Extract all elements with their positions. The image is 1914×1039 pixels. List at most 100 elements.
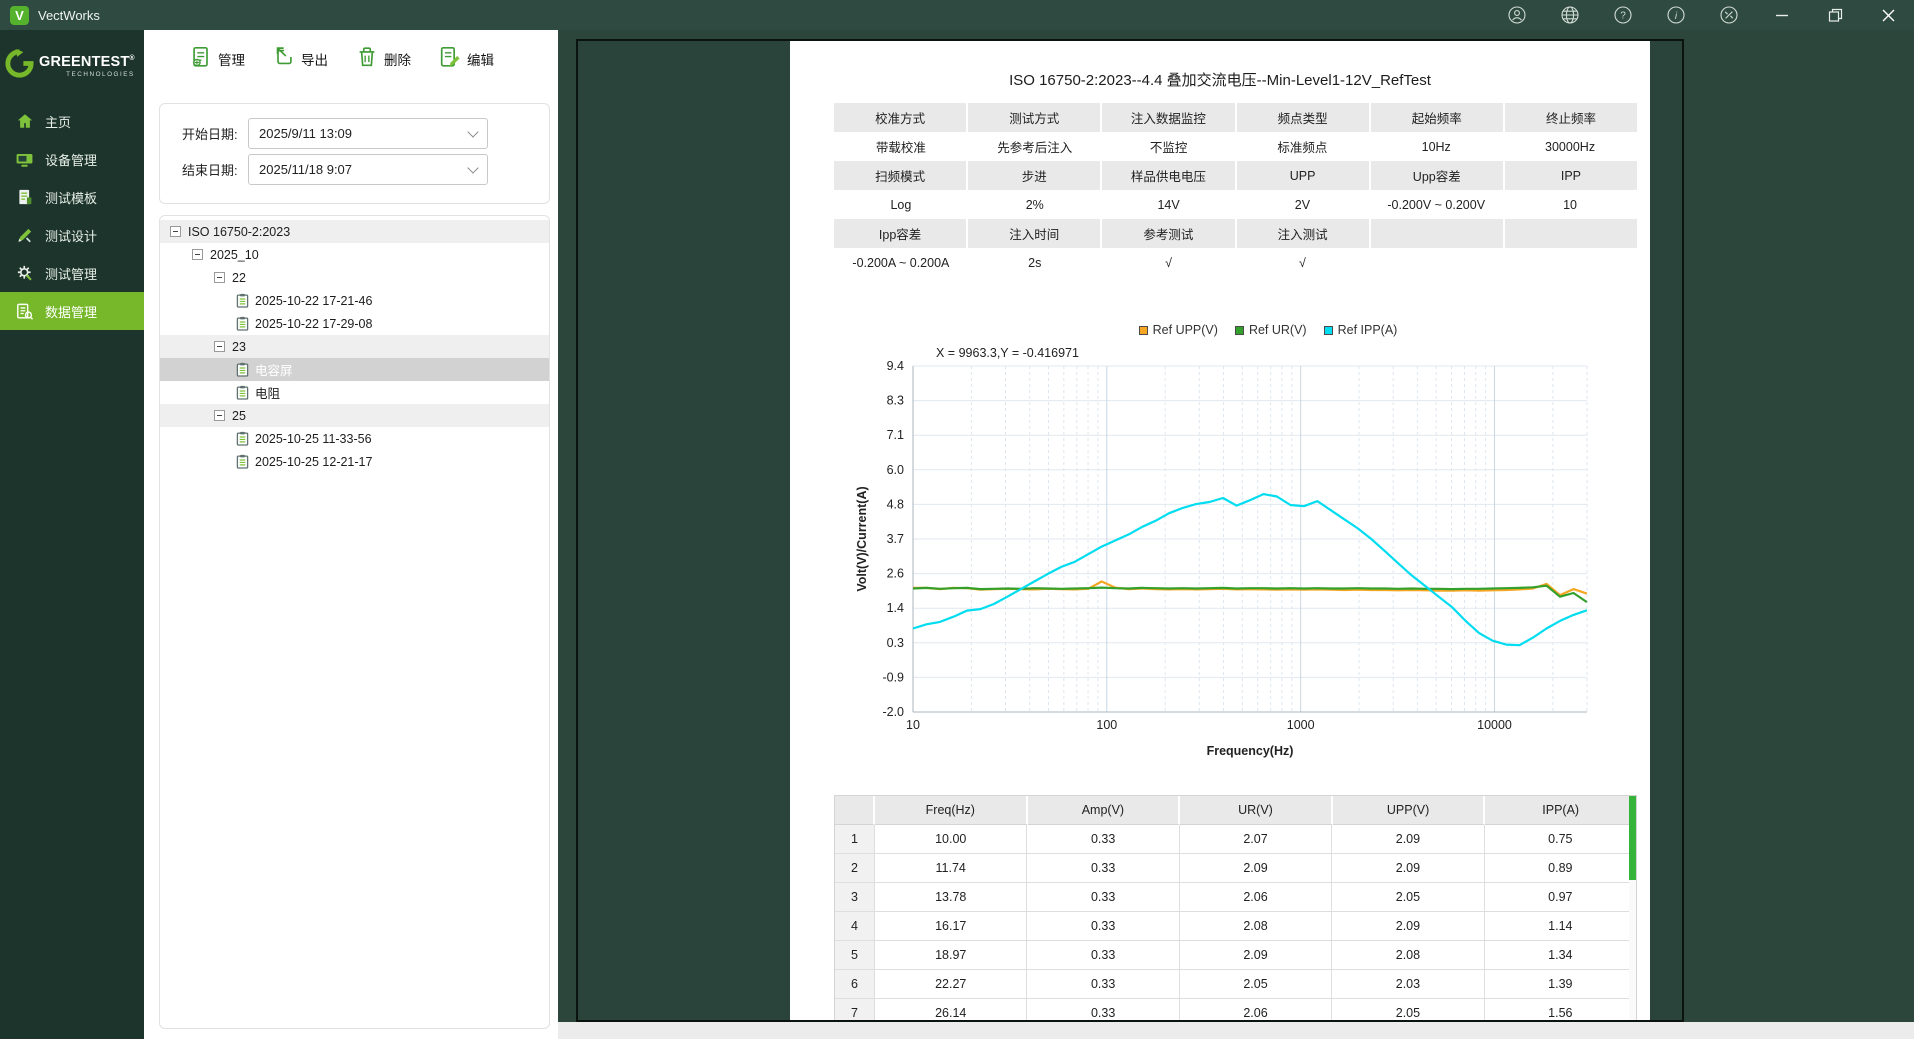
param-header-cell: 样品供电电压	[1102, 161, 1236, 190]
table-cell: 2.09	[1180, 941, 1332, 970]
tree-node-d25[interactable]: 25	[160, 404, 549, 427]
table-row[interactable]: 313.780.332.062.050.97	[835, 883, 1636, 912]
collapse-expander-icon[interactable]	[214, 272, 225, 283]
param-header-cell: 测试方式	[968, 103, 1102, 132]
tree-node-iso[interactable]: ISO 16750-2:2023	[160, 220, 549, 243]
titlebar: V VectWorks ? i	[0, 0, 1914, 30]
sidebar-item-design[interactable]: 测试设计	[0, 216, 144, 254]
table-cell: 2.09	[1332, 854, 1484, 883]
legend-swatch-icon	[1235, 326, 1244, 335]
table-row[interactable]: 518.970.332.092.081.34	[835, 941, 1636, 970]
sidebar-item-data[interactable]: 数据管理	[0, 292, 144, 330]
sidebar-item-manage[interactable]: 测试管理	[0, 254, 144, 292]
param-value-cell: 10Hz	[1369, 132, 1503, 161]
chevron-down-icon	[467, 162, 478, 173]
table-scrollbar-track[interactable]	[1629, 796, 1636, 1020]
tree-node-t4[interactable]: 2025-10-25 12-21-17	[160, 450, 549, 473]
tree-node-d23[interactable]: 23	[160, 335, 549, 358]
end-date-row: 结束日期: 2025/11/18 9:07	[182, 154, 549, 185]
tree-node-cap[interactable]: 电容屏	[160, 358, 549, 381]
app-title: VectWorks	[38, 8, 100, 23]
date-filter-card: 开始日期: 2025/9/11 13:09 结束日期: 2025/11/18 9…	[159, 103, 550, 204]
y-tick-label: 8.3	[887, 394, 904, 408]
tree-node-res[interactable]: 电阻	[160, 381, 549, 404]
record-doc-icon	[236, 362, 249, 377]
table-cell: 0.97	[1485, 883, 1636, 912]
row-number-cell: 1	[835, 825, 875, 854]
table-cell: 0.33	[1027, 970, 1179, 999]
start-date-input[interactable]: 2025/9/11 13:09	[248, 118, 488, 149]
param-header-cell: 扫频模式	[834, 161, 968, 190]
table-cell: 16.17	[875, 912, 1027, 941]
brand-reg: ®	[129, 55, 134, 62]
sidebar-item-home[interactable]: 主页	[0, 102, 144, 140]
brand-text: GREENTEST® TECHNOLOGIES	[39, 54, 135, 78]
table-row[interactable]: 110.000.332.072.090.75	[835, 825, 1636, 854]
table-cell: 2.09	[1332, 825, 1484, 854]
collapse-expander-icon[interactable]	[214, 410, 225, 421]
legend-item-ur[interactable]: Ref UR(V)	[1235, 323, 1307, 337]
tree-node-label: 25	[232, 409, 246, 423]
end-date-input[interactable]: 2025/11/18 9:07	[248, 154, 488, 185]
close-icon[interactable]	[1878, 5, 1898, 25]
sidebar-item-label: 测试管理	[45, 264, 97, 283]
param-value-cell: 30000Hz	[1503, 132, 1637, 161]
service-icon[interactable]	[1719, 5, 1739, 25]
frequency-response-chart[interactable]: 9.48.37.16.04.83.72.61.40.3-0.9-2.010100…	[853, 349, 1603, 774]
toolbar-button-label: 编辑	[467, 49, 494, 69]
table-cell: 22.27	[875, 970, 1027, 999]
info-icon[interactable]: i	[1666, 5, 1686, 25]
tree-node-d22[interactable]: 22	[160, 266, 549, 289]
column-header: Amp(V)	[1028, 796, 1181, 825]
table-row[interactable]: 416.170.332.082.091.14	[835, 912, 1636, 941]
legend-item-ipp[interactable]: Ref IPP(A)	[1324, 323, 1398, 337]
sidebar-item-device[interactable]: 设备管理	[0, 140, 144, 178]
table-row[interactable]: 622.270.332.052.031.39	[835, 970, 1636, 999]
y-tick-label: 6.0	[887, 463, 904, 477]
row-number-cell: 4	[835, 912, 875, 941]
table-cell: 0.33	[1027, 825, 1179, 854]
param-header-cell: Ipp容差	[834, 219, 968, 248]
param-header-cell: Upp容差	[1371, 161, 1505, 190]
table-cell: 2.09	[1332, 912, 1484, 941]
param-header-cell	[1371, 219, 1505, 248]
legend-item-upp[interactable]: Ref UPP(V)	[1139, 323, 1218, 337]
lan-globe-icon[interactable]	[1560, 5, 1580, 25]
maximize-icon[interactable]	[1825, 5, 1845, 25]
minimize-icon[interactable]	[1772, 5, 1792, 25]
export-button[interactable]: 导出	[272, 45, 328, 72]
collapse-expander-icon[interactable]	[170, 226, 181, 237]
sidebar-item-template[interactable]: 测试模板	[0, 178, 144, 216]
collapse-expander-icon[interactable]	[214, 341, 225, 352]
help-icon[interactable]: ?	[1613, 5, 1633, 25]
table-cell: 1.34	[1485, 941, 1636, 970]
manage-button[interactable]: 管理	[189, 45, 245, 72]
table-scrollbar-thumb[interactable]	[1629, 796, 1636, 880]
row-number-cell: 6	[835, 970, 875, 999]
tree-node-label: 2025-10-22 17-21-46	[255, 294, 372, 308]
data-icon	[15, 302, 34, 321]
edit-button[interactable]: 编辑	[438, 45, 494, 72]
delete-button[interactable]: 删除	[355, 45, 411, 72]
greentest-logo-icon	[3, 47, 36, 85]
tree-node-t1[interactable]: 2025-10-22 17-21-46	[160, 289, 549, 312]
gear-icon	[15, 264, 34, 283]
table-cell: 2.08	[1180, 912, 1332, 941]
legend-label: Ref IPP(A)	[1338, 323, 1398, 337]
tree-node-m2025-10[interactable]: 2025_10	[160, 243, 549, 266]
sidebar-item-label: 数据管理	[45, 302, 97, 321]
table-cell: 0.33	[1027, 912, 1179, 941]
table-cell: 0.75	[1485, 825, 1636, 854]
table-row[interactable]: 726.140.332.062.051.56	[835, 999, 1636, 1020]
user-icon[interactable]	[1507, 5, 1527, 25]
measurement-header-row: Freq(Hz)Amp(V)UR(V)UPP(V)IPP(A)	[835, 796, 1636, 825]
table-cell: 13.78	[875, 883, 1027, 912]
tree-node-t3[interactable]: 2025-10-25 11-33-56	[160, 427, 549, 450]
tree-node-t2[interactable]: 2025-10-22 17-29-08	[160, 312, 549, 335]
collapse-expander-icon[interactable]	[192, 249, 203, 260]
param-value-cell: √	[1235, 248, 1369, 277]
table-row[interactable]: 211.740.332.092.090.89	[835, 854, 1636, 883]
y-tick-label: 7.1	[887, 428, 904, 442]
param-header-cell: 注入数据监控	[1102, 103, 1236, 132]
table-cell: 0.33	[1027, 883, 1179, 912]
